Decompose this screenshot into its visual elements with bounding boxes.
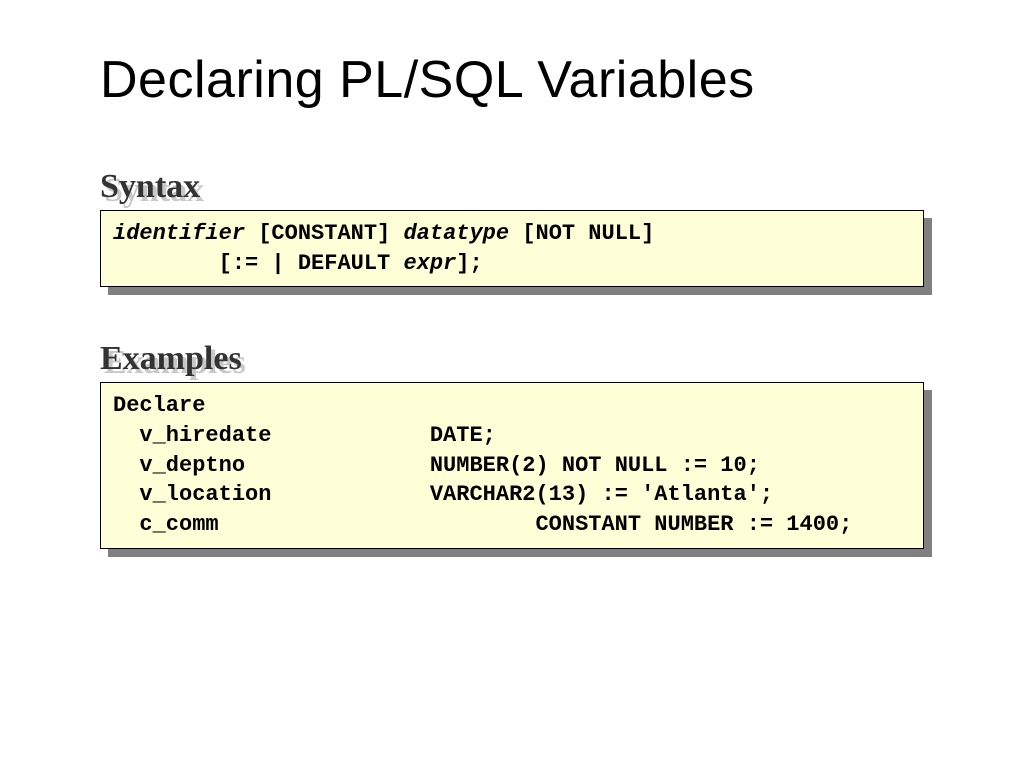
syntax-box-wrap: identifier [CONSTANT] datatype [NOT NULL… [100,210,924,287]
syntax-datatype: datatype [403,221,509,246]
slide-title: Declaring PL/SQL Variables [100,50,924,110]
syntax-identifier: identifier [113,221,245,246]
slide: Declaring PL/SQL Variables Syntax Syntax… [0,0,1024,768]
code-line: v_hiredate DATE; [113,423,496,448]
syntax-constant: [CONSTANT] [245,221,403,246]
code-line: Declare [113,393,205,418]
syntax-expr: expr [403,251,456,276]
code-line: v_deptno NUMBER(2) NOT NULL := 10; [113,453,760,478]
examples-code: Declare v_hiredate DATE; v_deptno NUMBER… [100,382,924,548]
syntax-l2-tail: ]; [456,251,482,276]
syntax-code: identifier [CONSTANT] datatype [NOT NULL… [100,210,924,287]
code-line: c_comm CONSTANT NUMBER := 1400; [113,512,892,537]
examples-label: Examples Examples [100,342,924,376]
syntax-l2-lead: [:= | DEFAULT [113,251,403,276]
syntax-label: Syntax Syntax [100,170,924,204]
code-line: v_location VARCHAR2(13) := 'Atlanta'; [113,482,773,507]
syntax-notnull: [NOT NULL] [509,221,681,246]
examples-box-wrap: Declare v_hiredate DATE; v_deptno NUMBER… [100,382,924,548]
